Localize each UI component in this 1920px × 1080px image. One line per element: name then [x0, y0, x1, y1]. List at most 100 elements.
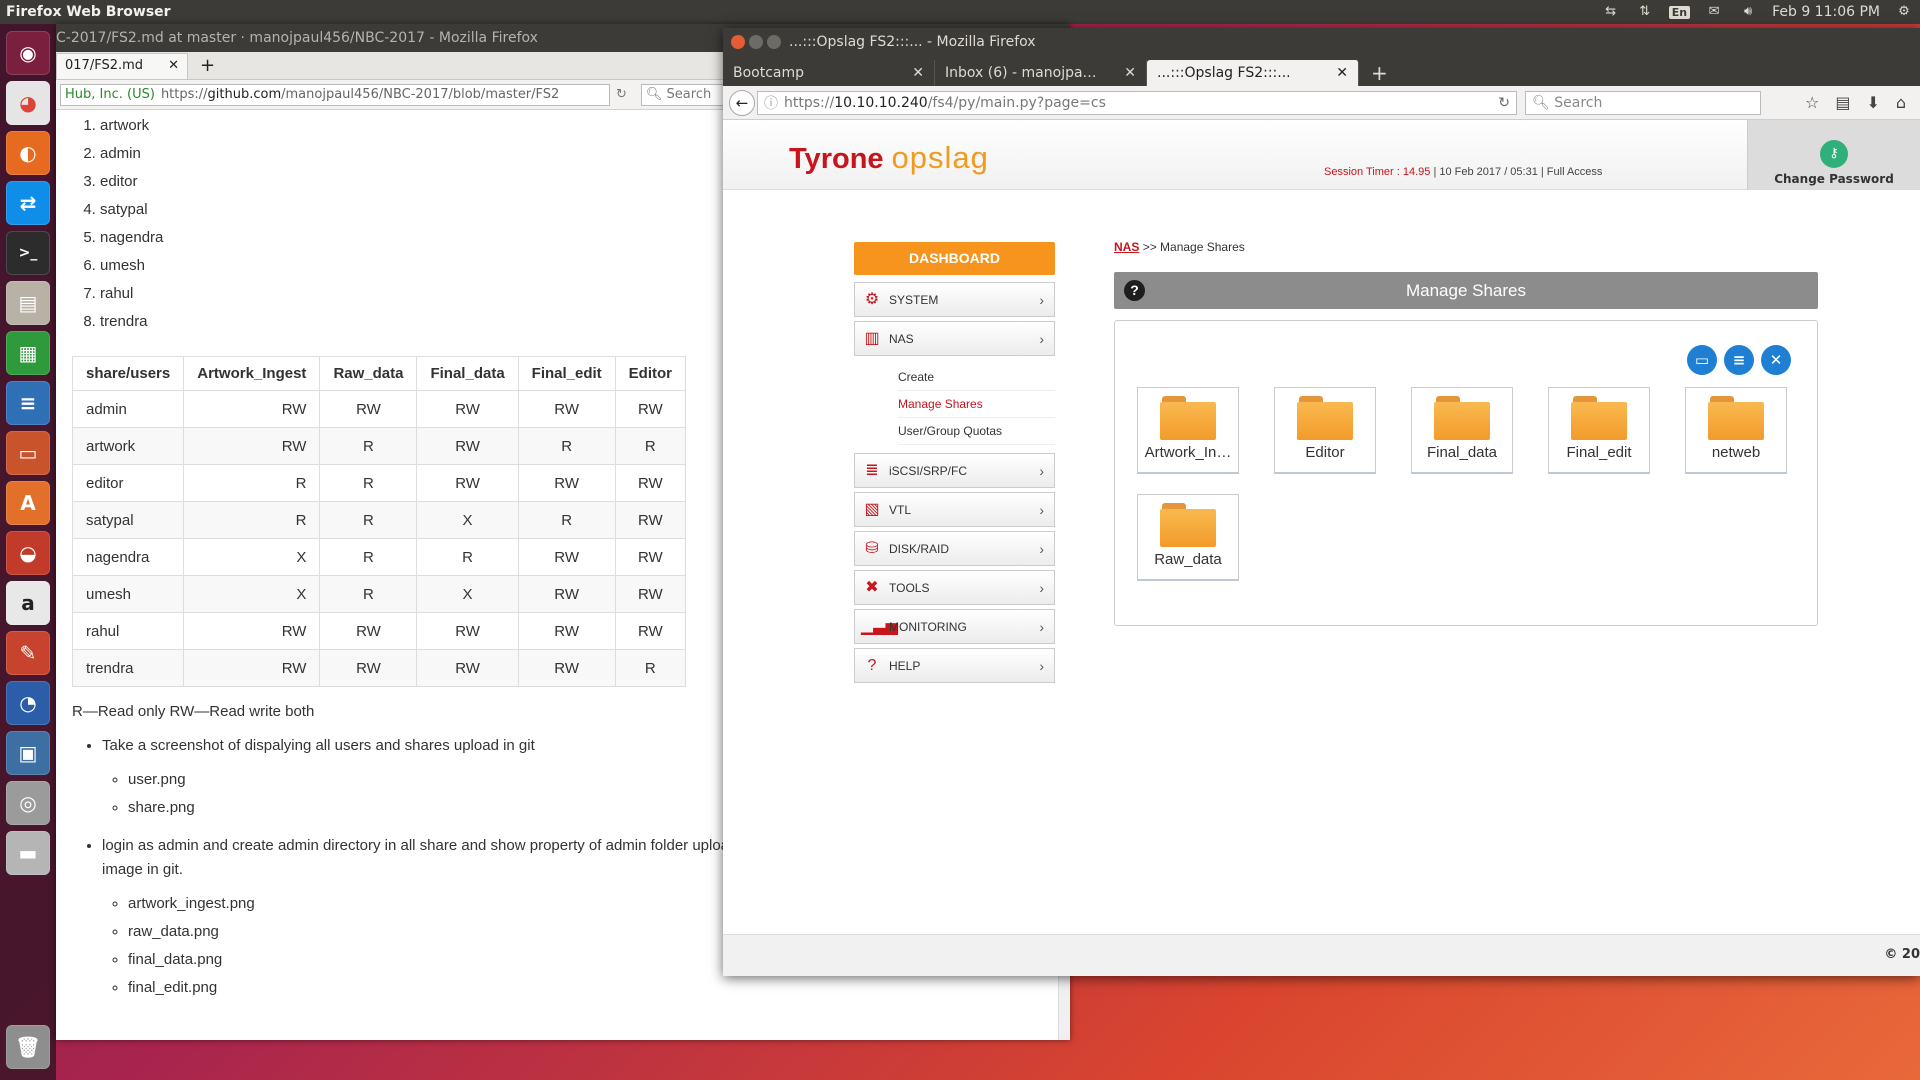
writer-icon[interactable]: ≡ — [6, 381, 50, 425]
sidebar-item-label: NAS — [889, 331, 914, 346]
table-cell: R — [614, 427, 687, 465]
amazon-icon[interactable]: a — [6, 581, 50, 625]
share-folder[interactable]: netweb — [1685, 387, 1787, 474]
table-cell: X — [183, 575, 321, 613]
delete-icon[interactable]: ✕ — [1761, 345, 1791, 375]
dashboard-button[interactable]: DASHBOARD — [854, 242, 1055, 275]
share-folder[interactable]: Final_data — [1411, 387, 1513, 474]
power-icon[interactable]: ⚙ — [1894, 4, 1914, 20]
search-input[interactable]: 🔍︎ Search — [640, 83, 733, 106]
software-center-icon[interactable]: A — [6, 481, 50, 525]
table-header: Raw_data — [319, 356, 418, 391]
search-input[interactable]: 🔍︎ Search — [1525, 90, 1761, 115]
sidebar-item-monitoring[interactable]: ▁▃▅ MONITORING › — [854, 609, 1055, 644]
list-item: umesh — [100, 252, 772, 280]
submenu-user-group-quotas[interactable]: User/Group Quotas — [898, 418, 1055, 445]
list-view-icon[interactable]: ≡ — [1724, 345, 1754, 375]
vtl-icon: ▧ — [864, 500, 880, 518]
sidebar-item-label: VTL — [889, 502, 912, 517]
volume-icon[interactable]: 🔊︎ — [1738, 4, 1758, 20]
new-tab-icon[interactable]: + — [188, 53, 227, 79]
url-bar[interactable]: Hub, Inc. (US) https://github.com/manojp… — [60, 83, 610, 106]
folder-view-icon[interactable]: ▭ — [1687, 345, 1717, 375]
download-icon[interactable]: ⬇ — [1866, 93, 1879, 112]
impress-icon[interactable]: ▭ — [6, 431, 50, 475]
chevron-right-icon: › — [1039, 501, 1044, 518]
tab-bootcamp[interactable]: Bootcamp ✕ — [723, 60, 935, 86]
sidebar-item-system[interactable]: ⚙ SYSTEM › — [854, 282, 1055, 317]
question-icon[interactable]: ? — [1124, 280, 1145, 301]
change-password-button[interactable]: ⚷ Change Password — [1747, 120, 1920, 190]
share-folder[interactable]: Raw_data — [1137, 494, 1239, 581]
chevron-right-icon: › — [1039, 657, 1044, 674]
ubuntu-dash-icon[interactable]: ◉ — [6, 31, 50, 75]
sidebar-item-vtl[interactable]: ▧ VTL › — [854, 492, 1055, 527]
share-name: Final_edit — [1566, 444, 1632, 461]
sidebar-item-help[interactable]: ? HELP › — [854, 648, 1055, 683]
sidebar-item-tools[interactable]: ✖ TOOLS › — [854, 570, 1055, 605]
minimize-window-icon[interactable] — [749, 35, 763, 49]
url-bar[interactable]: ⓘ https://10.10.10.240/fs4/py/main.py?pa… — [757, 90, 1517, 115]
mail-icon[interactable]: ✉ — [1704, 4, 1724, 20]
table-cell: R — [183, 464, 321, 502]
table-cell: RW — [319, 612, 418, 650]
firefox-icon[interactable]: ◐ — [6, 131, 50, 175]
teamviewer-icon[interactable]: ⇄ — [6, 181, 50, 225]
maximize-window-icon[interactable] — [767, 35, 781, 49]
network-icon[interactable]: ⇅ — [1635, 4, 1655, 20]
disk-icon[interactable]: ▬ — [6, 831, 50, 875]
table-cell: RW — [614, 575, 687, 613]
close-icon[interactable]: ✕ — [1336, 60, 1348, 86]
settings-icon[interactable]: ✎ — [6, 631, 50, 675]
close-icon[interactable]: ✕ — [912, 60, 924, 86]
trash-icon[interactable]: 🗑︎ — [6, 1025, 50, 1069]
thunderbird-icon[interactable]: ◔ — [6, 681, 50, 725]
submenu-manage-shares[interactable]: Manage Shares — [898, 391, 1055, 418]
close-icon[interactable]: ✕ — [1124, 60, 1136, 86]
tab-opslag[interactable]: ...:::Opslag FS2:::... ✕ — [1147, 60, 1359, 86]
close-icon[interactable]: ✕ — [168, 54, 179, 79]
reload-icon[interactable]: ↻ — [616, 87, 627, 102]
window-controls — [723, 35, 789, 49]
remote-desktop-icon[interactable]: ▣ — [6, 731, 50, 775]
files-icon[interactable]: ▤ — [6, 281, 50, 325]
sidebar-item-iscsi[interactable]: ≣ iSCSI/SRP/FC › — [854, 453, 1055, 488]
clock[interactable]: Feb 9 11:06 PM — [1772, 4, 1880, 20]
tab-github[interactable]: 017/FS2.md a… ✕ — [56, 53, 188, 97]
share-folder[interactable]: Final_edit — [1548, 387, 1650, 474]
table-cell: satypal — [71, 501, 185, 539]
submenu-create[interactable]: Create — [898, 364, 1055, 391]
keyboard-layout-indicator[interactable]: En — [1668, 5, 1691, 19]
new-tab-icon[interactable]: + — [1359, 60, 1400, 86]
search-placeholder: Search — [666, 86, 712, 102]
share-folder[interactable]: Editor — [1274, 387, 1376, 474]
table-cell: R — [614, 649, 687, 687]
table-cell: RW — [416, 464, 519, 502]
reading-list-icon[interactable]: ▤ — [1835, 93, 1850, 112]
back-arrow-icon[interactable]: ← — [729, 89, 755, 116]
chrome-icon[interactable]: ◕ — [6, 81, 50, 125]
panel-actions: ▭ ≡ ✕ — [1687, 345, 1791, 375]
tab-inbox[interactable]: Inbox (6) - manojpa… ✕ — [935, 60, 1147, 86]
nav-bar: ← ⓘ https://10.10.10.240/fs4/py/main.py?… — [723, 86, 1920, 120]
table-cell: RW — [416, 427, 519, 465]
table-cell: RW — [416, 390, 519, 428]
share-folder[interactable]: Artwork_In… — [1137, 387, 1239, 474]
bookmark-star-icon[interactable]: ☆ — [1805, 93, 1819, 112]
calc-icon[interactable]: ▦ — [6, 331, 50, 375]
ubuntu-one-icon[interactable]: ◒ — [6, 531, 50, 575]
terminal-icon[interactable]: >_ — [6, 231, 50, 275]
reload-icon[interactable]: ↻ — [1492, 95, 1516, 111]
screenshot-icon[interactable]: ◎ — [6, 781, 50, 825]
teamviewer-indicator-icon[interactable]: ⇆ — [1601, 4, 1621, 20]
sidebar-item-disk-raid[interactable]: ⛁ DISK/RAID › — [854, 531, 1055, 566]
home-icon[interactable]: ⌂ — [1896, 93, 1906, 112]
table-cell: R — [517, 427, 616, 465]
task-text: login as admin and create admin director… — [102, 837, 763, 878]
breadcrumb-nas-link[interactable]: NAS — [1114, 240, 1139, 254]
info-icon[interactable]: ⓘ — [764, 93, 778, 113]
site-identity[interactable]: Hub, Inc. (US) — [65, 87, 155, 102]
sidebar-item-nas[interactable]: ▥ NAS › — [854, 321, 1055, 356]
close-window-icon[interactable] — [731, 35, 745, 49]
chevron-right-icon: › — [1039, 618, 1044, 635]
